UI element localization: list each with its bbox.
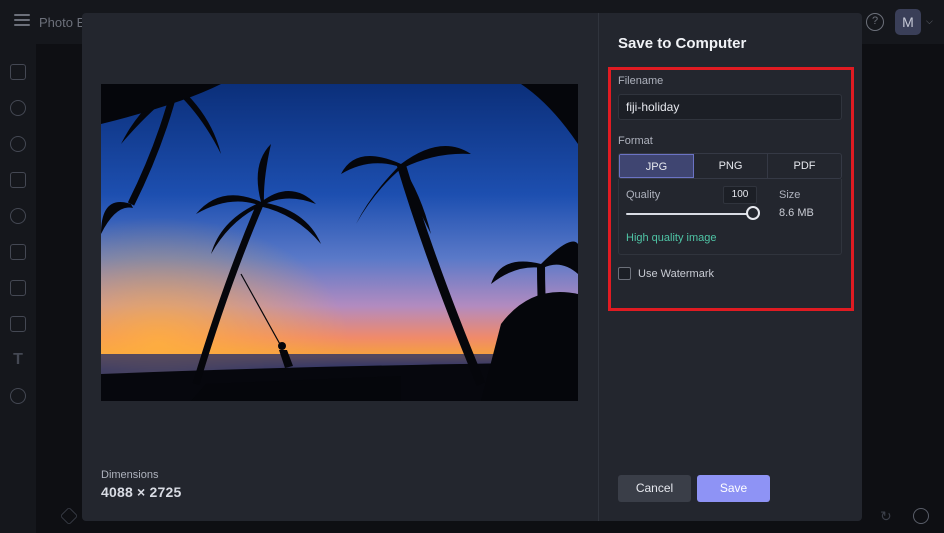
watermark-option[interactable]: Use Watermark <box>618 267 714 280</box>
quality-panel: Quality 100 Size 8.6 MB High quality ima… <box>618 179 842 255</box>
quality-note: High quality image <box>626 232 717 244</box>
adjust-tool-icon[interactable] <box>10 100 26 116</box>
cancel-button[interactable]: Cancel <box>618 475 691 502</box>
menu-icon[interactable] <box>14 14 30 26</box>
dimensions-value: 4088 × 2725 <box>101 484 182 500</box>
crop-tool-icon[interactable] <box>10 64 26 80</box>
quality-label: Quality <box>626 189 661 201</box>
help-icon[interactable]: ? <box>866 13 884 31</box>
text-tool-icon[interactable]: T <box>10 352 26 368</box>
quality-slider-track[interactable] <box>626 213 753 215</box>
save-options-pane: Save to Computer Filename Format JPG PNG… <box>599 13 862 521</box>
format-label: Format <box>618 135 653 147</box>
history-icon[interactable] <box>913 508 929 524</box>
format-selector: JPG PNG PDF <box>618 153 842 179</box>
app-title: Photo E <box>39 15 86 30</box>
size-value: 8.6 MB <box>779 207 814 219</box>
layers-icon[interactable] <box>59 506 79 526</box>
texture-tool-icon[interactable] <box>10 316 26 332</box>
dialog-title: Save to Computer <box>618 35 747 52</box>
filename-field[interactable] <box>618 94 842 120</box>
size-label: Size <box>779 189 801 201</box>
avatar[interactable]: M <box>895 9 921 35</box>
watermark-checkbox[interactable] <box>618 267 631 280</box>
format-option-jpg[interactable]: JPG <box>619 154 694 178</box>
save-button[interactable]: Save <box>697 475 770 502</box>
quality-value-field[interactable]: 100 <box>723 186 757 204</box>
quality-slider-thumb[interactable] <box>746 206 760 220</box>
palm-sunset-photo <box>101 84 578 401</box>
save-dialog: Dimensions 4088 × 2725 Save to Computer … <box>82 13 862 521</box>
image-preview <box>101 84 578 401</box>
graphics-tool-icon[interactable] <box>10 280 26 296</box>
format-option-png[interactable]: PNG <box>694 154 768 178</box>
format-option-pdf[interactable]: PDF <box>768 154 841 178</box>
tool-sidebar: T <box>0 44 36 533</box>
chevron-down-icon[interactable]: ⌵ <box>926 16 933 27</box>
effects-tool-icon[interactable] <box>10 172 26 188</box>
watermark-label[interactable]: Use Watermark <box>638 268 714 280</box>
filename-label: Filename <box>618 75 664 87</box>
eye-tool-icon[interactable] <box>10 136 26 152</box>
redo-icon[interactable]: ↻ <box>880 508 896 524</box>
overlay-tool-icon[interactable] <box>10 388 26 404</box>
retouch-tool-icon[interactable] <box>10 208 26 224</box>
preview-pane: Dimensions 4088 × 2725 <box>82 13 598 521</box>
dimensions-label: Dimensions <box>101 469 159 481</box>
frame-tool-icon[interactable] <box>10 244 26 260</box>
